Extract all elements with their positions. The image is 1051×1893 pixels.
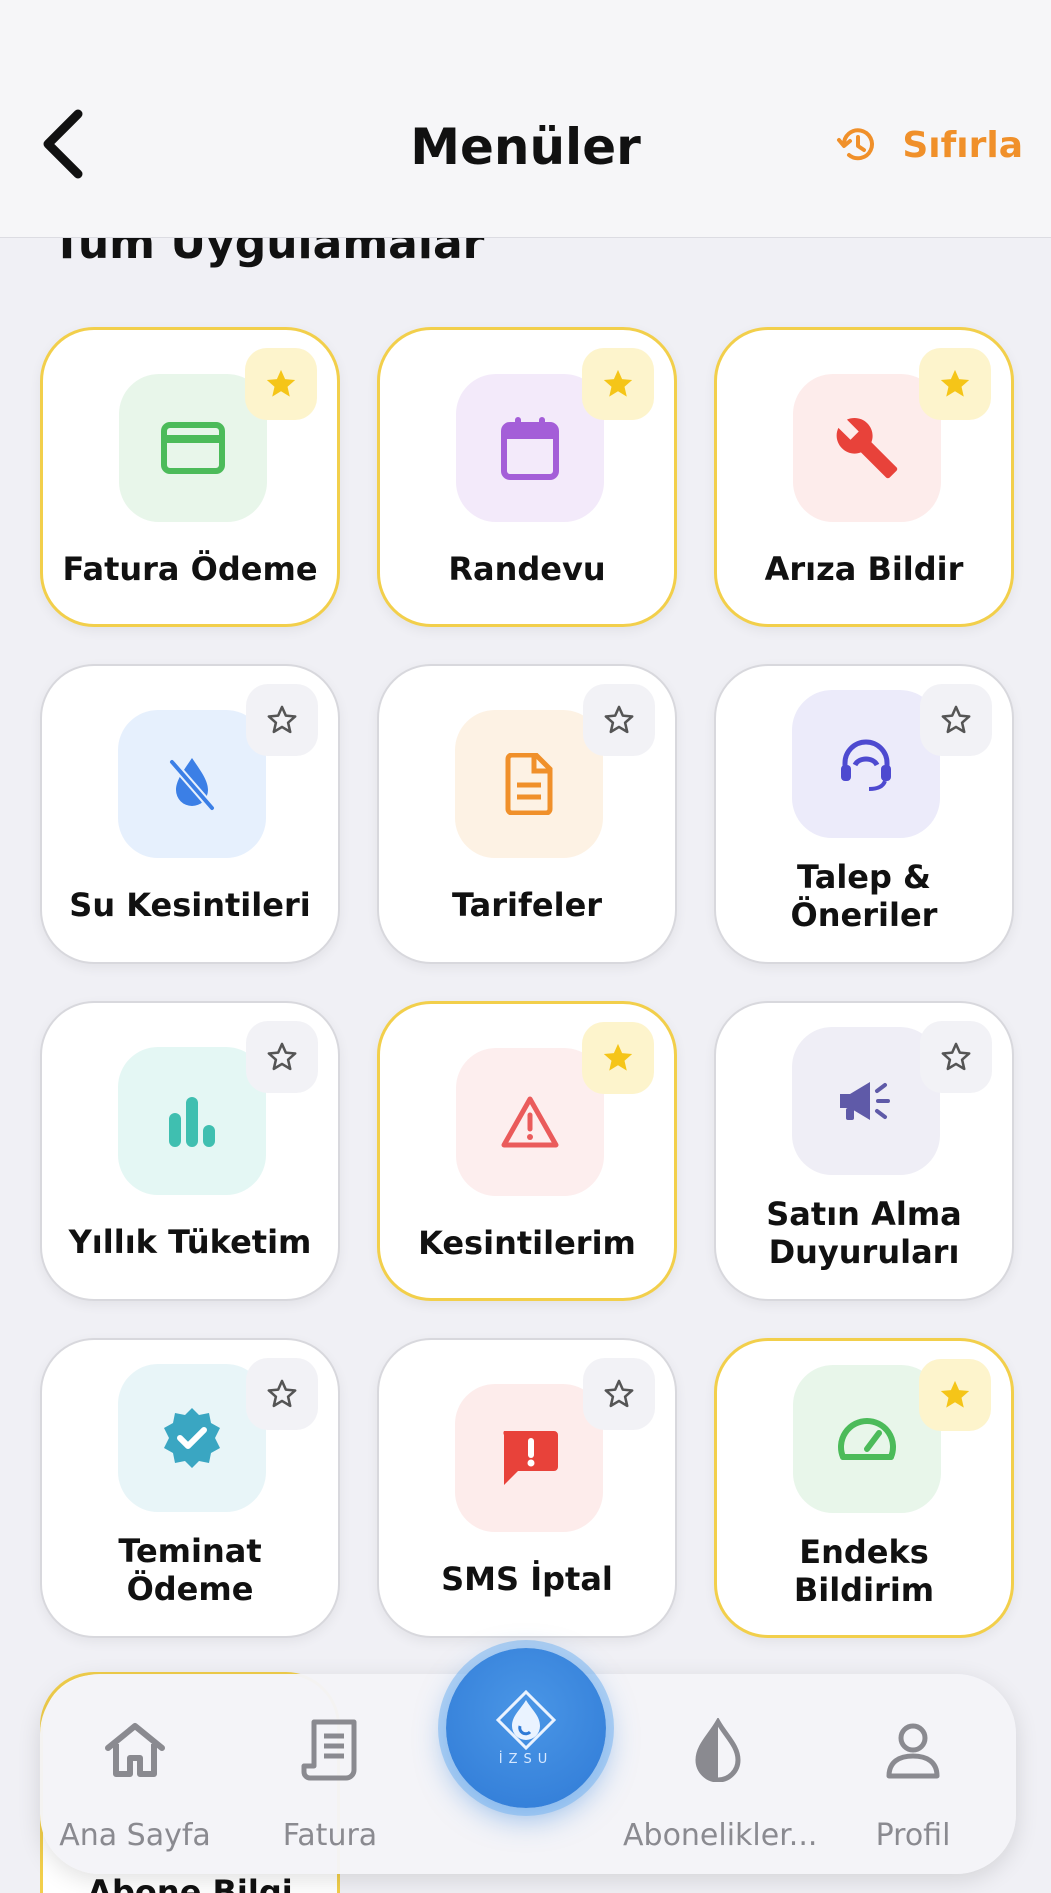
favorite-toggle[interactable] — [920, 684, 992, 756]
user-icon — [886, 1723, 940, 1779]
receipt-icon — [301, 1719, 357, 1781]
document-icon — [505, 753, 553, 815]
star-outline-icon — [604, 705, 634, 734]
card-label: Tarifeler — [451, 886, 603, 924]
card-label: Talep & Öneriler — [790, 858, 938, 934]
nav-item-ana-sayfa[interactable]: Ana Sayfa — [40, 1712, 230, 1853]
nav-item-profil[interactable]: Profil — [818, 1712, 1008, 1853]
nav-label: Profil — [875, 1818, 951, 1853]
gauge-icon — [838, 1418, 896, 1460]
star-filled-icon — [266, 369, 296, 397]
reset-button[interactable]: Sıfırla — [836, 124, 1023, 166]
calendar-icon — [501, 417, 559, 480]
card-label: SMS İptal — [441, 1560, 613, 1598]
drop-icon — [695, 1718, 741, 1782]
reset-label: Sıfırla — [902, 124, 1023, 166]
card-label: Su Kesintileri — [69, 886, 311, 924]
favorite-toggle[interactable] — [919, 1359, 991, 1431]
star-filled-icon — [940, 1380, 970, 1408]
card-label: Satın Alma Duyuruları — [766, 1195, 962, 1271]
headset-icon — [841, 739, 891, 791]
star-outline-icon — [941, 705, 971, 734]
icon-box — [455, 1384, 603, 1532]
card-label: Randevu — [448, 550, 606, 588]
nav-item-abonelikler[interactable]: Abonelikler... — [623, 1712, 818, 1853]
star-outline-icon — [267, 1379, 297, 1408]
history-icon — [837, 128, 875, 161]
card-kesintilerim[interactable]: Kesintilerim — [377, 1001, 677, 1301]
card-label: Abone Bilgi — [87, 1873, 293, 1893]
favorite-toggle[interactable] — [246, 1358, 318, 1430]
top-bar: Menüler Sıfırla — [0, 0, 1051, 238]
card-label: Endeks Bildirim — [793, 1533, 935, 1609]
verified-badge-icon — [164, 1408, 220, 1468]
card-label: Kesintilerim — [418, 1224, 636, 1262]
nav-label: Ana Sayfa — [59, 1818, 211, 1853]
nav-item-fatura[interactable]: Fatura — [235, 1712, 425, 1853]
card-teminat-odeme[interactable]: Teminat Ödeme — [40, 1338, 340, 1638]
favorite-toggle[interactable] — [582, 1022, 654, 1094]
favorite-toggle[interactable] — [919, 348, 991, 420]
nav-label: Fatura — [282, 1818, 378, 1853]
icon-box — [118, 710, 266, 858]
wrench-icon — [836, 418, 898, 479]
card-label: Fatura Ödeme — [62, 550, 318, 588]
app-grid: Fatura Ödeme Randevu Arıza Bildir Su Kes… — [40, 327, 1014, 1638]
star-filled-icon — [940, 369, 970, 397]
home-icon — [105, 1723, 165, 1777]
star-filled-icon — [603, 1043, 633, 1071]
izsu-home-button[interactable]: İZSU — [446, 1648, 606, 1808]
card-label: Arıza Bildir — [764, 550, 964, 588]
favorite-toggle[interactable] — [582, 348, 654, 420]
card-randevu[interactable]: Randevu — [377, 327, 677, 627]
card-sms-iptal[interactable]: SMS İptal — [377, 1338, 677, 1638]
favorite-toggle[interactable] — [583, 1358, 655, 1430]
favorite-toggle[interactable] — [920, 1021, 992, 1093]
credit-card-icon — [161, 422, 225, 474]
icon-box — [118, 1047, 266, 1195]
icon-box — [118, 1364, 266, 1512]
bar-chart-icon — [169, 1097, 215, 1147]
card-satin-alma-duyurulari[interactable]: Satın Alma Duyuruları — [714, 1001, 1014, 1301]
message-alert-icon — [503, 1431, 558, 1485]
favorite-toggle[interactable] — [245, 348, 317, 420]
card-yillik-tuketim[interactable]: Yıllık Tüketim — [40, 1001, 340, 1301]
icon-box — [455, 710, 603, 858]
favorite-toggle[interactable] — [246, 684, 318, 756]
warning-icon — [501, 1096, 559, 1148]
card-ariza-bildir[interactable]: Arıza Bildir — [714, 327, 1014, 627]
favorite-toggle[interactable] — [246, 1021, 318, 1093]
star-outline-icon — [267, 1042, 297, 1071]
star-outline-icon — [267, 705, 297, 734]
card-label: Teminat Ödeme — [118, 1532, 262, 1608]
icon-box — [792, 690, 940, 838]
star-filled-icon — [603, 369, 633, 397]
nav-label: Abonelikler... — [623, 1818, 818, 1853]
icon-box — [792, 1027, 940, 1175]
water-off-icon — [168, 758, 216, 811]
card-fatura-odeme[interactable]: Fatura Ödeme — [40, 327, 340, 627]
star-outline-icon — [604, 1379, 634, 1408]
star-outline-icon — [941, 1042, 971, 1071]
card-talep-oneriler[interactable]: Talep & Öneriler — [714, 664, 1014, 964]
favorite-toggle[interactable] — [583, 684, 655, 756]
card-endeks-bildirim[interactable]: Endeks Bildirim — [714, 1338, 1014, 1638]
megaphone-icon — [840, 1082, 890, 1120]
card-su-kesintileri[interactable]: Su Kesintileri — [40, 664, 340, 964]
izsu-logo-icon — [495, 1689, 557, 1750]
card-tarifeler[interactable]: Tarifeler — [377, 664, 677, 964]
izsu-label: İZSU — [498, 1751, 554, 1767]
card-label: Yıllık Tüketim — [68, 1223, 312, 1261]
